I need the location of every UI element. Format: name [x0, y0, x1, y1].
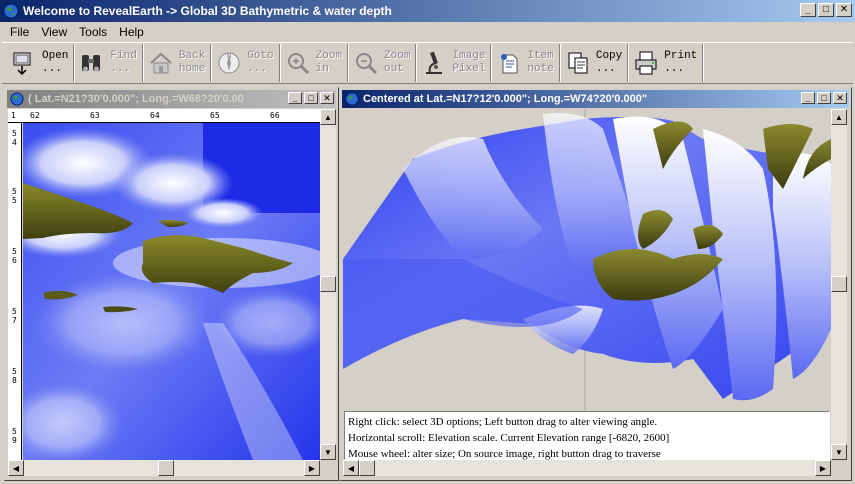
- scroll-left-button[interactable]: ◀: [8, 460, 24, 476]
- image-pixel-button[interactable]: Image Pixel: [418, 44, 492, 82]
- back-home-button[interactable]: Back home: [145, 44, 212, 82]
- resize-grip[interactable]: [320, 460, 336, 476]
- note-icon: [501, 54, 518, 74]
- maximize-button[interactable]: □: [818, 3, 834, 17]
- window-title: Welcome to RevealEarth -> Global 3D Bath…: [23, 4, 392, 18]
- zoom-out-icon: [356, 53, 378, 75]
- zoom-out-label: Zoom out: [384, 50, 411, 75]
- ruler-corner-label: 1: [11, 111, 16, 120]
- zoom-out-button[interactable]: Zoom out: [350, 44, 417, 82]
- map-2d-title-bar[interactable]: ( Lat.=N21?30'0.000"; Long.=W68?20'0.00 …: [7, 90, 336, 108]
- scroll-left-button[interactable]: ◀: [343, 460, 359, 476]
- vertical-scroll-thumb[interactable]: [831, 276, 847, 292]
- horizontal-scroll-thumb[interactable]: [158, 460, 174, 476]
- open-icon: [13, 52, 31, 76]
- ruler-top-label: 65: [210, 111, 220, 120]
- home-icon: [150, 52, 172, 74]
- binoculars-icon: [82, 55, 101, 72]
- globe-icon: [10, 92, 24, 106]
- open-button[interactable]: Open ...: [8, 44, 75, 82]
- map-2d-maximize-button[interactable]: □: [304, 92, 318, 104]
- view-3d-maximize-button[interactable]: □: [817, 92, 831, 104]
- bathymetry-3d-view[interactable]: [343, 109, 831, 411]
- ruler-top-label: 64: [150, 111, 160, 120]
- minimize-button[interactable]: _: [800, 3, 816, 17]
- view-3d-minimize-button[interactable]: _: [801, 92, 815, 104]
- vertical-scroll-thumb[interactable]: [320, 276, 336, 292]
- latitude-ruler: 54 55 56 57 58 59: [8, 123, 22, 460]
- map-2d-minimize-button[interactable]: _: [288, 92, 302, 104]
- back-home-label: Back home: [178, 50, 206, 75]
- ruler-left-label: 56: [12, 247, 17, 265]
- toolbar: Open ... Find ... Back home N Goto ... Z…: [2, 42, 853, 84]
- zoom-in-label: Zoom in: [315, 50, 343, 75]
- goto-label: Goto ...: [247, 50, 274, 75]
- print-button[interactable]: Print ...: [630, 44, 704, 82]
- scroll-up-button[interactable]: ▲: [320, 109, 336, 125]
- copy-label: Copy ...: [595, 50, 623, 75]
- menu-bar: File View Tools Help: [0, 22, 855, 42]
- menu-tools[interactable]: Tools: [73, 25, 113, 39]
- globe-icon: [3, 3, 19, 19]
- view-3d-title-bar[interactable]: Centered at Lat.=N17?12'0.000"; Long.=W7…: [342, 90, 849, 108]
- map-2d-close-button[interactable]: ✕: [320, 92, 334, 104]
- ruler-left-label: 55: [12, 187, 17, 205]
- find-button[interactable]: Find ...: [76, 44, 143, 82]
- menu-file[interactable]: File: [4, 25, 35, 39]
- menu-help[interactable]: Help: [113, 25, 150, 39]
- app-title-bar[interactable]: Welcome to RevealEarth -> Global 3D Bath…: [0, 0, 855, 22]
- microscope-icon: [426, 51, 443, 74]
- goto-button[interactable]: N Goto ...: [213, 44, 280, 82]
- longitude-ruler: 1 62 63 64 65 66: [8, 109, 320, 123]
- compass-icon: N: [218, 52, 240, 74]
- zoom-in-icon: [287, 53, 309, 75]
- scroll-down-button[interactable]: ▼: [320, 444, 336, 460]
- elevation-scale-scrollbar[interactable]: ◀ ▶: [343, 460, 831, 476]
- ruler-left-label: 59: [12, 427, 17, 445]
- map-2d-window: ( Lat.=N21?30'0.000"; Long.=W68?20'0.00 …: [4, 87, 339, 481]
- globe-icon: [345, 92, 359, 106]
- ruler-left-label: 58: [12, 367, 17, 385]
- scroll-up-button[interactable]: ▲: [831, 109, 847, 125]
- image-pixel-label: Image Pixel: [452, 50, 486, 75]
- resize-grip[interactable]: [831, 460, 847, 476]
- close-button[interactable]: ✕: [836, 3, 852, 17]
- view-3d-close-button[interactable]: ✕: [833, 92, 847, 104]
- map-2d-vertical-scrollbar[interactable]: ▲ ▼: [320, 109, 336, 460]
- map-2d-title: ( Lat.=N21?30'0.000"; Long.=W68?20'0.00: [28, 93, 244, 105]
- open-label: Open ...: [42, 50, 69, 75]
- ruler-top-label: 63: [90, 111, 100, 120]
- bathymetry-map-2d[interactable]: [23, 123, 320, 460]
- help-line: Right click: select 3D options; Left but…: [348, 416, 658, 428]
- scroll-right-button[interactable]: ▶: [815, 460, 831, 476]
- help-line: Horizontal scroll: Elevation scale. Curr…: [348, 432, 670, 444]
- item-note-button[interactable]: Item note: [493, 44, 560, 82]
- ruler-left-label: 57: [12, 307, 17, 325]
- svg-text:N: N: [227, 54, 231, 60]
- find-label: Find ...: [110, 50, 137, 75]
- horizontal-scroll-thumb[interactable]: [359, 460, 375, 476]
- view-3d-window: Centered at Lat.=N17?12'0.000"; Long.=W7…: [339, 87, 852, 481]
- scroll-down-button[interactable]: ▼: [831, 444, 847, 460]
- ruler-left-label: 54: [12, 129, 17, 147]
- print-label: Print ...: [664, 50, 698, 75]
- view-3d-title: Centered at Lat.=N17?12'0.000"; Long.=W7…: [363, 93, 648, 105]
- view-3d-help-text: Right click: select 3D options; Left but…: [344, 411, 830, 460]
- view-3d-vertical-scrollbar[interactable]: ▲ ▼: [831, 109, 847, 460]
- item-note-label: Item note: [527, 50, 554, 75]
- ruler-top-label: 62: [30, 111, 40, 120]
- ruler-top-label: 66: [270, 111, 280, 120]
- menu-view[interactable]: View: [35, 25, 73, 39]
- zoom-in-button[interactable]: Zoom in: [282, 44, 349, 82]
- copy-icon: [568, 52, 588, 74]
- copy-button[interactable]: Copy ...: [562, 44, 629, 82]
- map-2d-horizontal-scrollbar[interactable]: ◀ ▶: [8, 460, 320, 476]
- scroll-right-button[interactable]: ▶: [304, 460, 320, 476]
- printer-icon: [635, 51, 657, 75]
